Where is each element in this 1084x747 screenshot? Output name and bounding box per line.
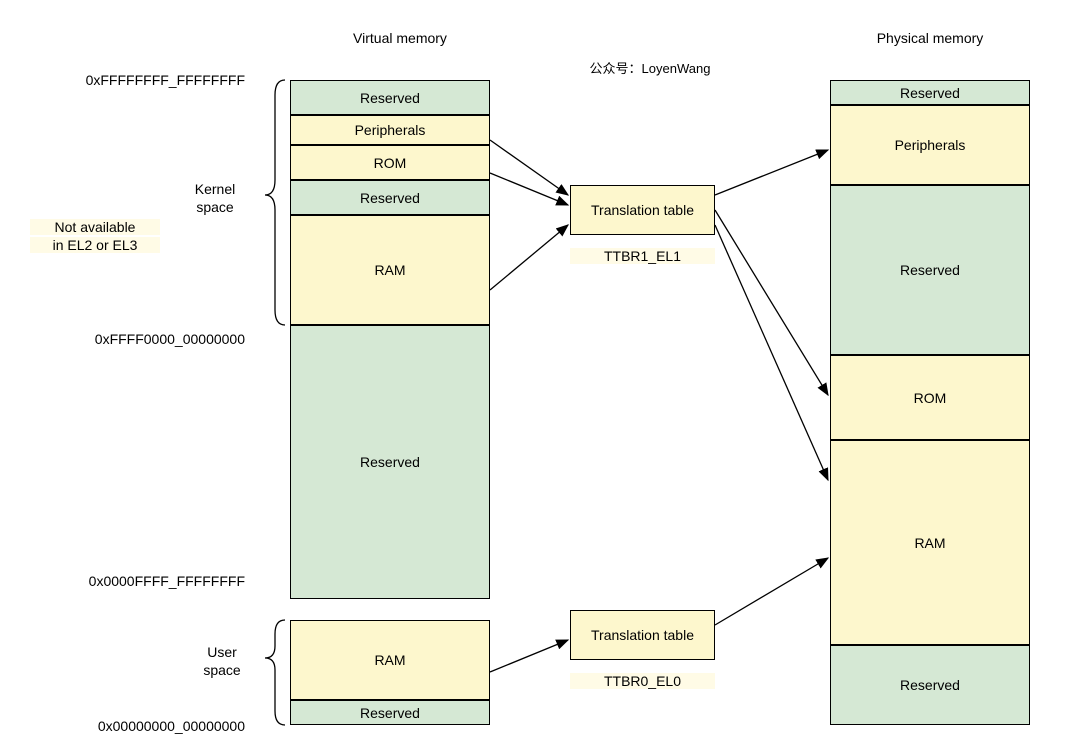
vm-peripherals-label: Peripherals <box>355 122 426 138</box>
kernel-space-line2: space <box>170 199 260 215</box>
user-space-line2: space <box>182 662 262 678</box>
translation-table-1-label: Translation table <box>591 202 694 218</box>
pm-rom: ROM <box>830 355 1030 440</box>
addr-kernel-bottom: 0xFFFF0000_00000000 <box>25 331 245 347</box>
arrow-tt2-to-ram <box>715 558 828 625</box>
pm-peripherals-label: Peripherals <box>895 137 966 153</box>
not-available-line2: in EL2 or EL3 <box>30 237 160 253</box>
addr-user-top: 0x0000FFFF_FFFFFFFF <box>25 573 245 589</box>
vm-reserved2-label: Reserved <box>360 190 420 206</box>
addr-bottom: 0x00000000_00000000 <box>25 718 245 734</box>
vm-ram1-label: RAM <box>374 262 405 278</box>
pm-rom-label: ROM <box>914 390 947 406</box>
not-available-line1: Not available <box>30 219 160 235</box>
user-brace <box>265 620 285 725</box>
translation-table-1: Translation table <box>570 185 715 235</box>
arrow-tt1-to-periph <box>715 150 828 195</box>
vm-ram2-label: RAM <box>374 652 405 668</box>
vm-reserved1: Reserved <box>290 80 490 115</box>
ttbr0-label: TTBR0_EL0 <box>570 673 715 689</box>
pm-reserved2-label: Reserved <box>900 262 960 278</box>
translation-table-2-label: Translation table <box>591 627 694 643</box>
pm-reserved3-label: Reserved <box>900 677 960 693</box>
vm-peripherals: Peripherals <box>290 115 490 145</box>
pm-peripherals: Peripherals <box>830 105 1030 185</box>
vm-reserved2: Reserved <box>290 180 490 215</box>
arrow-tt1-to-rom <box>715 210 828 395</box>
pm-ram-label: RAM <box>914 535 945 551</box>
arrow-vm-rom-to-tt1 <box>490 173 568 205</box>
arrow-tt1-to-ram <box>715 225 828 480</box>
ttbr1-label: TTBR1_EL1 <box>570 248 715 264</box>
pm-reserved3: Reserved <box>830 645 1030 725</box>
vm-reserved3-label: Reserved <box>360 454 420 470</box>
vm-rom: ROM <box>290 145 490 180</box>
pm-reserved1: Reserved <box>830 80 1030 105</box>
arrow-vm-periph-to-tt1 <box>490 140 568 195</box>
virtual-memory-header: Virtual memory <box>320 30 480 46</box>
vm-ram1: RAM <box>290 215 490 325</box>
vm-reserved4: Reserved <box>290 700 490 725</box>
pm-ram: RAM <box>830 440 1030 645</box>
vm-rom-label: ROM <box>374 155 407 171</box>
vm-reserved3: Reserved <box>290 325 490 599</box>
vm-reserved1-label: Reserved <box>360 90 420 106</box>
arrow-vm-ram2-to-tt2 <box>490 640 568 672</box>
kernel-space-line1: Kernel <box>170 181 260 197</box>
pm-reserved1-label: Reserved <box>900 85 960 101</box>
addr-top: 0xFFFFFFFF_FFFFFFFF <box>25 72 245 88</box>
translation-table-2: Translation table <box>570 610 715 660</box>
physical-memory-header: Physical memory <box>850 30 1010 46</box>
vm-ram2: RAM <box>290 620 490 700</box>
vm-reserved4-label: Reserved <box>360 705 420 721</box>
kernel-brace <box>265 80 285 325</box>
user-space-line1: User <box>182 644 262 660</box>
pm-reserved2: Reserved <box>830 185 1030 355</box>
watermark: 公众号：LoyenWang <box>550 58 750 77</box>
arrow-vm-ram1-to-tt1 <box>490 225 568 290</box>
